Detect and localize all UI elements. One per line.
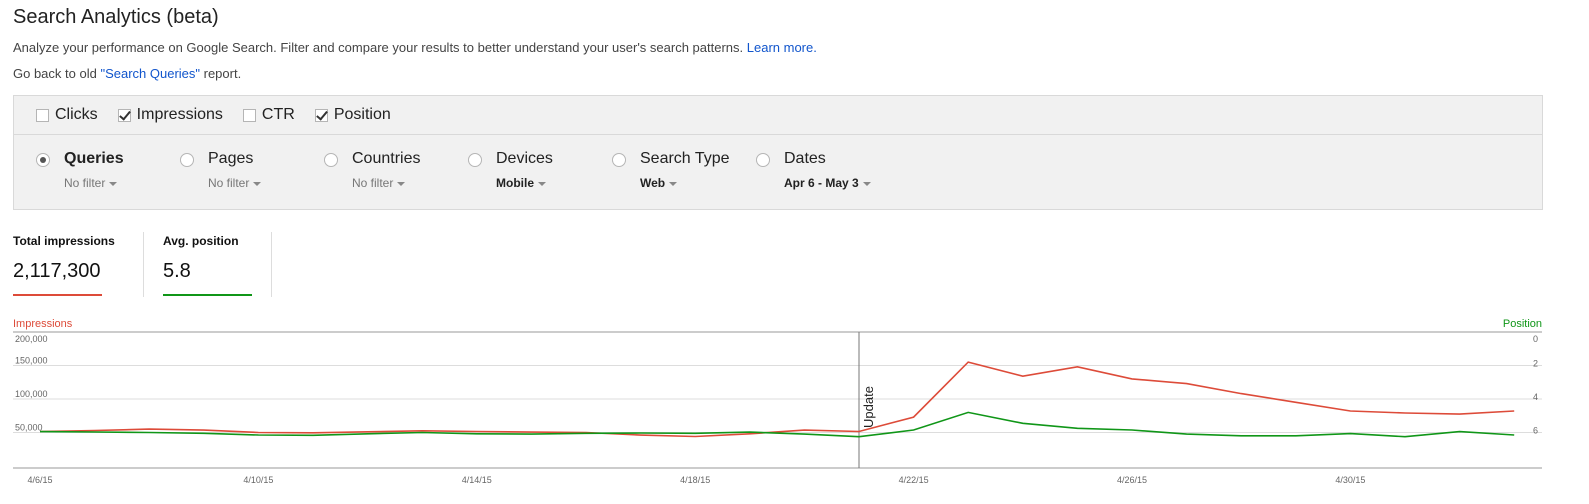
dates-filter-value: Apr 6 - May 3 [784, 176, 859, 190]
search-type-filter-dropdown[interactable]: Web [640, 176, 678, 190]
metric-position[interactable]: Position [314, 106, 391, 124]
left-tick-label: 50,000 [15, 422, 43, 432]
x-tick-label: 4/26/15 [1117, 475, 1147, 485]
metric-clicks[interactable]: Clicks [36, 106, 98, 124]
countries-filter-dropdown[interactable]: No filter [352, 176, 406, 190]
ctr-checkbox[interactable] [242, 108, 256, 122]
countries-filter-value: No filter [352, 176, 394, 190]
clicks-checkbox[interactable] [36, 108, 49, 122]
x-tick-label: 4/22/15 [899, 475, 929, 485]
chevron-down-icon [669, 181, 678, 186]
metrics-row: Clicks Impressions CTR Position [14, 96, 1542, 135]
chevron-down-icon [538, 181, 546, 186]
countries-radio[interactable] [324, 153, 338, 167]
back-suffix: report. [200, 66, 242, 81]
left-tick-label: 100,000 [15, 389, 48, 399]
right-tick-label: 0 [1533, 334, 1538, 344]
filter-panel: Clicks Impressions CTR Position Queries … [13, 95, 1543, 210]
avg-position-value: 5.8 [163, 260, 191, 282]
metric-impressions[interactable]: Impressions [117, 106, 223, 124]
search-type-radio[interactable] [612, 153, 626, 167]
position-checkbox[interactable] [314, 108, 328, 122]
annotation-label: Update [861, 386, 876, 428]
x-tick-label: 4/30/15 [1335, 475, 1365, 485]
divider [143, 232, 144, 297]
chevron-down-icon [862, 181, 871, 186]
chart-svg: 200,000 150,000 100,000 50,000 0 2 4 6 4/6/15 4/1… [13, 331, 1542, 485]
x-tick-label: 4/14/15 [462, 475, 492, 485]
divider [271, 232, 272, 297]
impressions-checkbox[interactable] [117, 108, 131, 122]
devices-filter-dropdown[interactable]: Mobile [496, 176, 546, 190]
x-tick-label: 4/18/15 [680, 475, 710, 485]
learn-more-link[interactable]: Learn more. [747, 40, 817, 55]
right-axis-title: Position [1502, 318, 1542, 330]
queries-label[interactable]: Queries [64, 150, 124, 168]
chevron-down-icon [253, 181, 262, 186]
avg-position-label: Avg. position [163, 234, 239, 248]
right-tick-label: 4 [1533, 392, 1538, 402]
devices-filter-value: Mobile [496, 176, 534, 190]
description-text: Analyze your performance on Google Searc… [13, 40, 744, 55]
page-title: Search Analytics (beta) [13, 6, 219, 28]
impressions-color-bar [13, 294, 102, 296]
position-color-bar [163, 294, 252, 296]
right-tick-label: 2 [1533, 358, 1538, 368]
dates-filter-dropdown[interactable]: Apr 6 - May 3 [784, 176, 871, 190]
left-tick-label: 150,000 [15, 355, 48, 365]
devices-label[interactable]: Devices [496, 150, 553, 168]
search-type-label[interactable]: Search Type [640, 150, 730, 168]
impressions-label: Impressions [136, 106, 223, 123]
queries-filter-dropdown[interactable]: No filter [64, 176, 118, 190]
right-tick-label: 6 [1533, 425, 1538, 435]
dates-radio[interactable] [756, 153, 770, 167]
pages-filter-value: No filter [208, 176, 250, 190]
queries-radio[interactable] [36, 153, 50, 167]
clicks-label: Clicks [55, 106, 98, 123]
total-impressions-value: 2,117,300 [13, 260, 101, 282]
chevron-down-icon [397, 181, 406, 186]
performance-chart: Impressions Position 200,000 150,000 100,0… [0, 310, 1589, 499]
ctr-label: CTR [261, 106, 295, 123]
countries-label[interactable]: Countries [352, 150, 420, 168]
back-to-old-report: Go back to old "Search Queries" report. [13, 66, 241, 81]
search-queries-link[interactable]: "Search Queries" [100, 66, 200, 81]
page-description: Analyze your performance on Google Searc… [13, 40, 817, 55]
x-tick-label: 4/10/15 [243, 475, 273, 485]
search-type-filter-value: Web [640, 176, 666, 190]
devices-radio[interactable] [468, 153, 482, 167]
back-prefix: Go back to old [13, 66, 101, 81]
position-label: Position [333, 106, 391, 123]
queries-filter-value: No filter [64, 176, 106, 190]
metric-ctr[interactable]: CTR [242, 106, 295, 124]
dates-label[interactable]: Dates [784, 150, 826, 168]
chevron-down-icon [109, 181, 118, 186]
dimensions-row: Queries No filter Pages No filter Countr… [14, 136, 1542, 210]
pages-radio[interactable] [180, 153, 194, 167]
x-tick-label: 4/6/15 [27, 475, 52, 485]
left-tick-label: 200,000 [15, 334, 48, 344]
left-axis-title: Impressions [13, 318, 73, 330]
pages-label[interactable]: Pages [208, 150, 253, 168]
pages-filter-dropdown[interactable]: No filter [208, 176, 262, 190]
total-impressions-label: Total impressions [13, 234, 115, 248]
